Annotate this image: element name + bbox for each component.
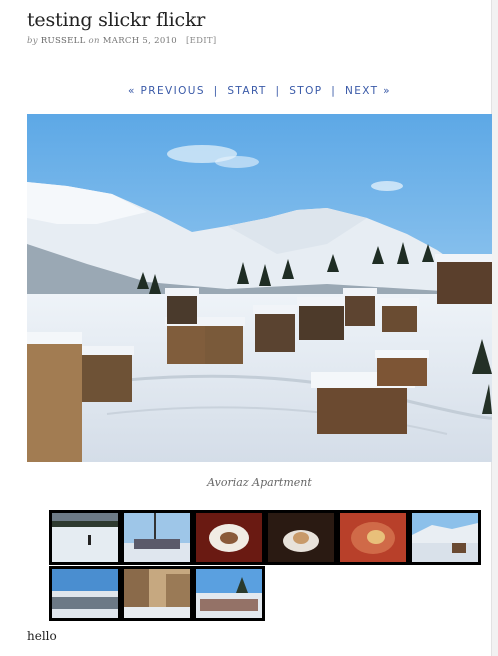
stop-link[interactable]: STOP bbox=[289, 85, 322, 97]
post: testing slickr flickr by RUSSELL on MARC… bbox=[27, 0, 492, 643]
scrollbar[interactable] bbox=[491, 0, 498, 656]
next-link[interactable]: NEXT » bbox=[345, 85, 391, 97]
ski-resort-photo bbox=[27, 114, 492, 462]
slideshow-nav: « PREVIOUS | START | STOP | NEXT » bbox=[27, 85, 492, 97]
post-date: MARCH 5, 2010 bbox=[102, 36, 177, 46]
previous-link[interactable]: « PREVIOUS bbox=[128, 85, 205, 97]
thumb-town-street-image bbox=[124, 569, 190, 618]
meta-by: by bbox=[27, 36, 38, 46]
thumb-snow-village-image bbox=[412, 513, 478, 562]
thumb-dinner-plate-image bbox=[340, 513, 406, 562]
thumb-ski-lift-image bbox=[124, 513, 190, 562]
thumb-ski-lift[interactable] bbox=[121, 510, 193, 565]
thumb-dinner-plate[interactable] bbox=[337, 510, 409, 565]
author-name[interactable]: RUSSELL bbox=[41, 36, 86, 46]
thumb-ski-crowd[interactable] bbox=[49, 566, 121, 621]
thumb-dessert-dark[interactable] bbox=[265, 510, 337, 565]
start-link[interactable]: START bbox=[227, 85, 266, 97]
edit-link[interactable]: [EDIT] bbox=[186, 36, 216, 46]
thumb-snow-village[interactable] bbox=[409, 510, 481, 565]
thumb-dessert-plate[interactable] bbox=[193, 510, 265, 565]
post-body-text: hello bbox=[27, 629, 57, 643]
thumb-ski-slope-people-image bbox=[196, 569, 262, 618]
thumb-ski-crowd-image bbox=[52, 569, 118, 618]
thumb-snow-skier[interactable] bbox=[49, 510, 121, 565]
photo-caption: Avoriaz Apartment bbox=[207, 476, 312, 489]
thumb-dessert-dark-image bbox=[268, 513, 334, 562]
nav-separator: | bbox=[275, 85, 281, 97]
thumb-ski-slope-people[interactable] bbox=[193, 566, 265, 621]
thumb-town-street[interactable] bbox=[121, 566, 193, 621]
main-photo[interactable] bbox=[27, 114, 492, 462]
meta-on: on bbox=[88, 36, 100, 46]
post-meta: by RUSSELL on MARCH 5, 2010 [EDIT] bbox=[27, 36, 492, 46]
thumb-snow-skier-image bbox=[52, 513, 118, 562]
nav-separator: | bbox=[331, 85, 337, 97]
post-title[interactable]: testing slickr flickr bbox=[27, 9, 492, 31]
thumb-dessert-plate-image bbox=[196, 513, 262, 562]
nav-separator: | bbox=[213, 85, 219, 97]
